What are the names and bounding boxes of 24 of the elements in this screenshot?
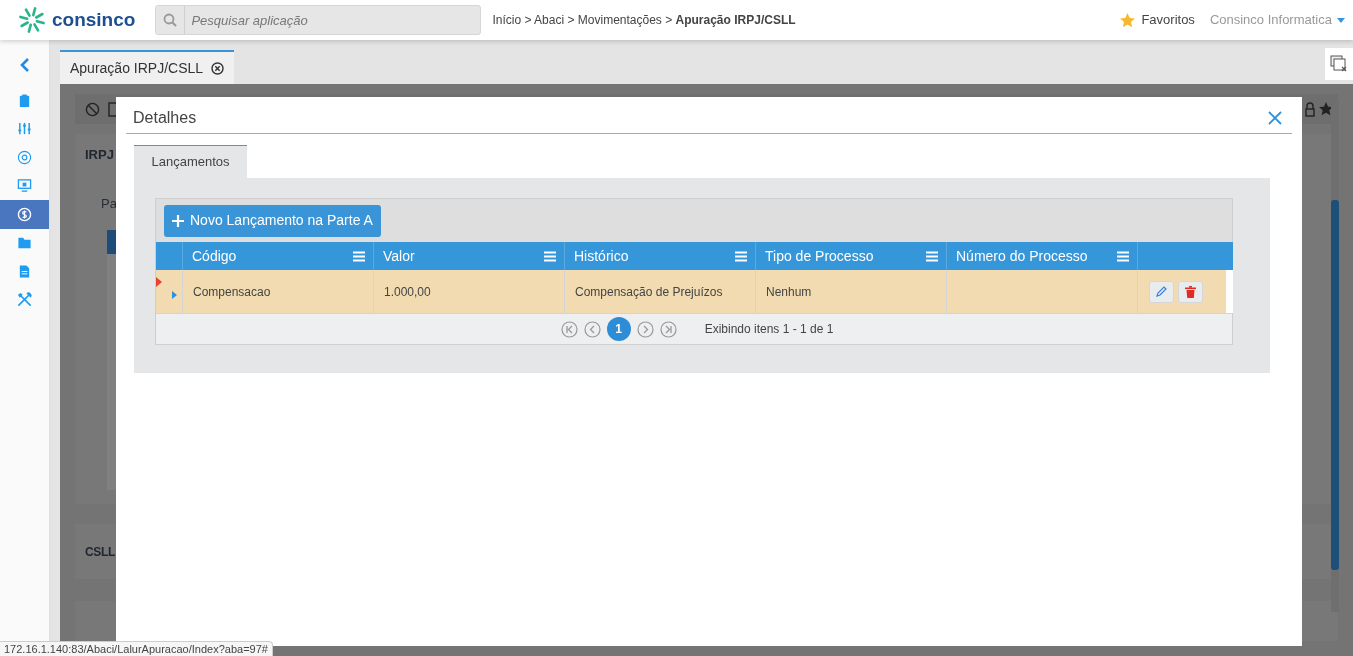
tab-label: Pa — [101, 196, 117, 211]
table-cell: Nenhum — [756, 270, 947, 313]
table-cell: Compensação de Prejuízos — [565, 270, 756, 313]
column-header[interactable]: Valor — [374, 242, 565, 270]
column-header[interactable]: Número do Processo — [947, 242, 1138, 270]
table-cell: Compensacao — [183, 270, 374, 313]
tab[interactable]: Lançamentos — [134, 145, 247, 178]
logo-text: consinco — [52, 7, 136, 32]
column-header[interactable]: Histórico — [565, 242, 756, 270]
column-header[interactable]: Código — [183, 242, 374, 270]
status-url: 172.16.1.140:83/Abaci/LalurApuracao/Index?aba=97# — [0, 641, 273, 656]
tab[interactable]: Apuração IRPJ/CSLL — [60, 50, 235, 84]
section-title: CSLL — [85, 543, 116, 561]
favorites-link[interactable]: Favoritos — [1141, 10, 1195, 30]
search-field[interactable]: Pesquisar aplicação — [155, 5, 482, 35]
section-title: IRPJ — [85, 147, 114, 162]
add-entry-button[interactable]: Novo Lançamento na Parte A — [164, 204, 381, 237]
dialog-title: Detalhes — [132, 107, 197, 128]
page-button[interactable]: 1 — [606, 317, 631, 341]
column-header[interactable]: Tipo de Processo — [756, 242, 947, 270]
breadcrumb: Início > Abaci > Movimentações > Apuração IRPJ/CSLL — [492, 12, 796, 29]
user-menu[interactable]: Consinco Informatica — [1209, 10, 1345, 30]
pager-summary: Exibindo itens 1 - 1 de 1 — [704, 321, 834, 338]
table-cell: 1.000,00 — [374, 270, 565, 313]
